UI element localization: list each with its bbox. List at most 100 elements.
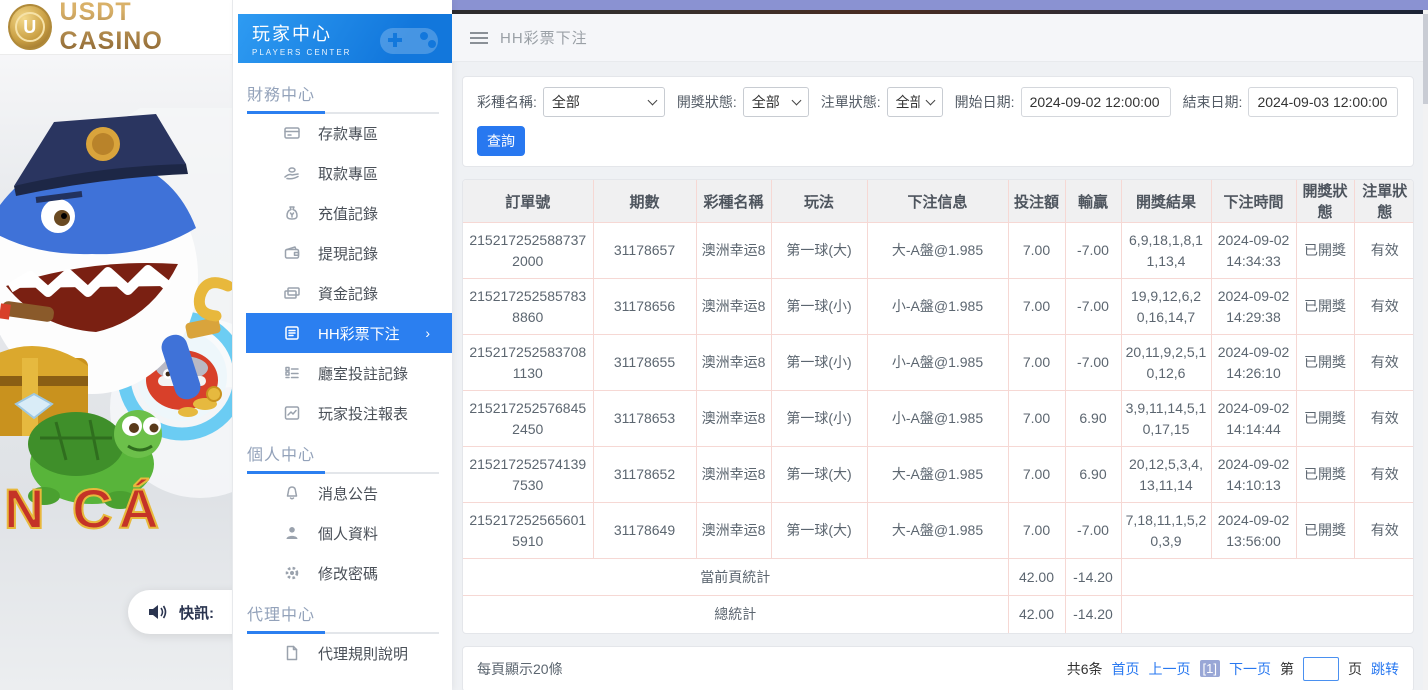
next-page-link[interactable]: 下一页: [1229, 659, 1271, 679]
table-cell: -7.00: [1065, 279, 1121, 335]
table-cell: 第一球(大): [771, 503, 867, 559]
sidebar-item-label: 玩家投注報表: [318, 403, 408, 424]
table-cell: 已開獎: [1296, 335, 1354, 391]
table-cell: 第一球(小): [771, 335, 867, 391]
section-heading: 財務中心: [233, 73, 452, 113]
search-button[interactable]: 查詢: [477, 126, 525, 156]
table-cell: 2024-09-02 14:26:10: [1211, 335, 1296, 391]
sidebar-item-withdraw-hand[interactable]: 取款專區: [233, 153, 452, 193]
table-cell: 20,12,5,3,4,13,11,14: [1121, 447, 1211, 503]
page-jump-input[interactable]: [1303, 657, 1339, 681]
table-cell: 2152172525887372000: [463, 223, 593, 279]
jump-prefix-text: 第: [1280, 659, 1294, 679]
start-date-label: 開始日期:: [955, 92, 1015, 112]
table-cell: 7.00: [1008, 447, 1065, 503]
column-header: 注單狀態: [1354, 180, 1414, 223]
sidebar-item-bell[interactable]: 消息公告: [233, 473, 452, 513]
jump-action-link[interactable]: 跳转: [1371, 659, 1399, 679]
logo-bar: U USDT CASINO: [0, 0, 232, 55]
coin-letter: U: [15, 12, 45, 42]
table-cell: 澳洲幸运8: [696, 503, 771, 559]
page: U USDT CASINO: [0, 0, 1428, 690]
table-row: 215217252583708113031178655澳洲幸运8第一球(小)小-…: [463, 335, 1414, 391]
table-cell: 2152172525768452450: [463, 391, 593, 447]
table-cell: 31178649: [593, 503, 696, 559]
table-cell: -7.00: [1065, 503, 1121, 559]
gear-icon: [283, 565, 300, 581]
order-status-select[interactable]: 全部: [887, 87, 943, 117]
sidebar-item-gear[interactable]: 修改密碼: [233, 553, 452, 593]
sidebar-item-funds-record[interactable]: 資金記錄: [233, 273, 452, 313]
table-cell: 有效: [1354, 223, 1414, 279]
page-title: HH彩票下注: [500, 27, 588, 48]
draw-status-select[interactable]: 全部: [743, 87, 809, 117]
deposit-card-icon: [283, 125, 300, 141]
table-cell: 31178655: [593, 335, 696, 391]
sidebar-item-player-report[interactable]: 玩家投注報表: [233, 393, 452, 433]
svg-text:N CÁ: N CÁ: [4, 477, 165, 540]
table-cell: 3,9,11,14,5,10,17,15: [1121, 391, 1211, 447]
sidebar-item-user[interactable]: 個人資料: [233, 513, 452, 553]
sidebar-item-label: 廳室投註記錄: [318, 363, 408, 384]
bell-icon: [283, 485, 300, 501]
summary-empty-cell: [1121, 559, 1414, 596]
column-header: 下注信息: [867, 180, 1008, 223]
hall-record-icon: [283, 365, 300, 381]
lottery-name-select[interactable]: 全部: [543, 87, 665, 117]
current-page-badge: [1]: [1200, 660, 1220, 677]
lottery-bet-icon: [283, 325, 300, 341]
sidebar-item-lottery-bet[interactable]: HH彩票下注›: [246, 313, 452, 353]
coin-logo-icon: U: [8, 4, 52, 50]
column-header: 訂單號: [463, 180, 593, 223]
table-body: 215217252588737200031178657澳洲幸运8第一球(大)大-…: [463, 223, 1414, 633]
table-cell: 31178656: [593, 279, 696, 335]
sidebar-item-hall-record[interactable]: 廳室投註記錄: [233, 353, 452, 393]
sidebar-item-deposit-card[interactable]: 存款專區: [233, 113, 452, 153]
table-cell: 2024-09-02 14:14:44: [1211, 391, 1296, 447]
sidebar-item-recharge-bag[interactable]: 充值記錄: [233, 193, 452, 233]
news-ticker: 快訊: 廳: [128, 590, 232, 634]
sidebar-item-label: 存款專區: [318, 123, 378, 144]
page-size-text: 每頁顯示20條: [477, 659, 563, 679]
table-row: 215217252574139753031178652澳洲幸运8第一球(大)大-…: [463, 447, 1414, 503]
pagination-bar: 每頁顯示20條 共6条 首页 上一页 [1] 下一页 第 页 跳转: [462, 646, 1414, 690]
table-cell: 澳洲幸运8: [696, 335, 771, 391]
end-date-input[interactable]: [1248, 87, 1398, 117]
gamepad-icon: [374, 18, 444, 63]
player-report-icon: [283, 405, 300, 421]
table-cell: 2152172525656015910: [463, 503, 593, 559]
funds-record-icon: [283, 285, 300, 301]
table-row: 215217252588737200031178657澳洲幸运8第一球(大)大-…: [463, 223, 1414, 279]
table-cell: 第一球(大): [771, 447, 867, 503]
cashout-wallet-icon: [283, 245, 300, 261]
bet-records-table: 訂單號期數彩種名稱玩法下注信息投注額輸贏開獎結果下注時間開獎狀態注單狀態 215…: [463, 180, 1414, 633]
table-cell: 已開獎: [1296, 279, 1354, 335]
menu-toggle-icon[interactable]: [470, 32, 488, 44]
table-cell: 小-A盤@1.985: [867, 279, 1008, 335]
table-cell: -7.00: [1065, 223, 1121, 279]
section-heading: 代理中心: [233, 593, 452, 633]
table-cell: 19,9,12,6,20,16,14,7: [1121, 279, 1211, 335]
recharge-bag-icon: [283, 205, 300, 221]
first-page-link[interactable]: 首页: [1112, 659, 1140, 679]
column-header: 開獎結果: [1121, 180, 1211, 223]
prev-page-link[interactable]: 上一页: [1149, 659, 1191, 679]
scrollbar[interactable]: [1423, 10, 1428, 690]
user-icon: [283, 525, 300, 541]
sidebar-nav: 財務中心存款專區取款專區充值記錄提現記錄資金記錄HH彩票下注› 廳室投註記錄玩家投…: [233, 63, 452, 673]
start-date-input[interactable]: [1021, 87, 1171, 117]
summary-label: 總統計: [463, 596, 1008, 633]
sidebar-item-cashout-wallet[interactable]: 提現記錄: [233, 233, 452, 273]
table-cell: 有效: [1354, 447, 1414, 503]
table-cell: 小-A盤@1.985: [867, 391, 1008, 447]
sidebar-item-doc[interactable]: 代理規則說明: [233, 633, 452, 673]
table-cell: 7.00: [1008, 279, 1065, 335]
table-cell: 澳洲幸运8: [696, 391, 771, 447]
table-cell: 澳洲幸运8: [696, 447, 771, 503]
table-cell: 已開獎: [1296, 503, 1354, 559]
table-cell: 6.90: [1065, 447, 1121, 503]
table-cell: 7,18,11,1,5,20,3,9: [1121, 503, 1211, 559]
summary-winloss-total: -14.20: [1065, 559, 1121, 596]
table-cell: 大-A盤@1.985: [867, 503, 1008, 559]
sidebar: 玩家中心 PLAYERS CENTER 財務中心存款專區取款專區充值記錄提現記錄…: [232, 0, 452, 690]
